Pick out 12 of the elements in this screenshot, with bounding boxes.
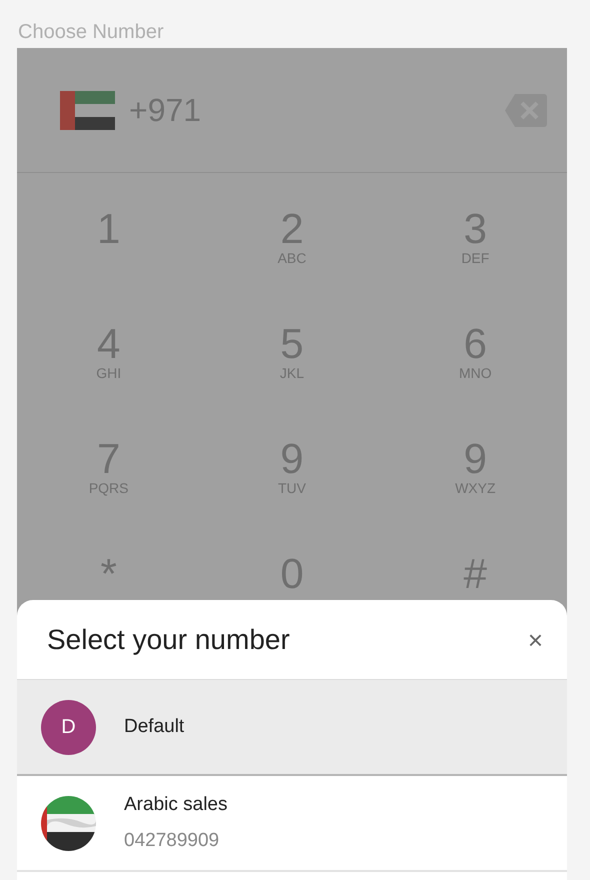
number-name: Default bbox=[124, 714, 184, 739]
avatar: D bbox=[41, 700, 96, 754]
phone-number: 042789909 bbox=[124, 829, 220, 853]
dial-key[interactable]: * bbox=[100, 553, 117, 595]
number-row[interactable]: D Default bbox=[17, 680, 567, 776]
flag-icon bbox=[60, 90, 115, 130]
close-button[interactable]: × bbox=[528, 626, 543, 652]
number-name: Arabic sales bbox=[124, 792, 228, 816]
field-label: Choose Number bbox=[17, 20, 165, 45]
sheet-title: Select your number bbox=[47, 622, 290, 657]
dial-key[interactable]: # bbox=[464, 553, 487, 595]
flag-icon bbox=[41, 796, 96, 850]
